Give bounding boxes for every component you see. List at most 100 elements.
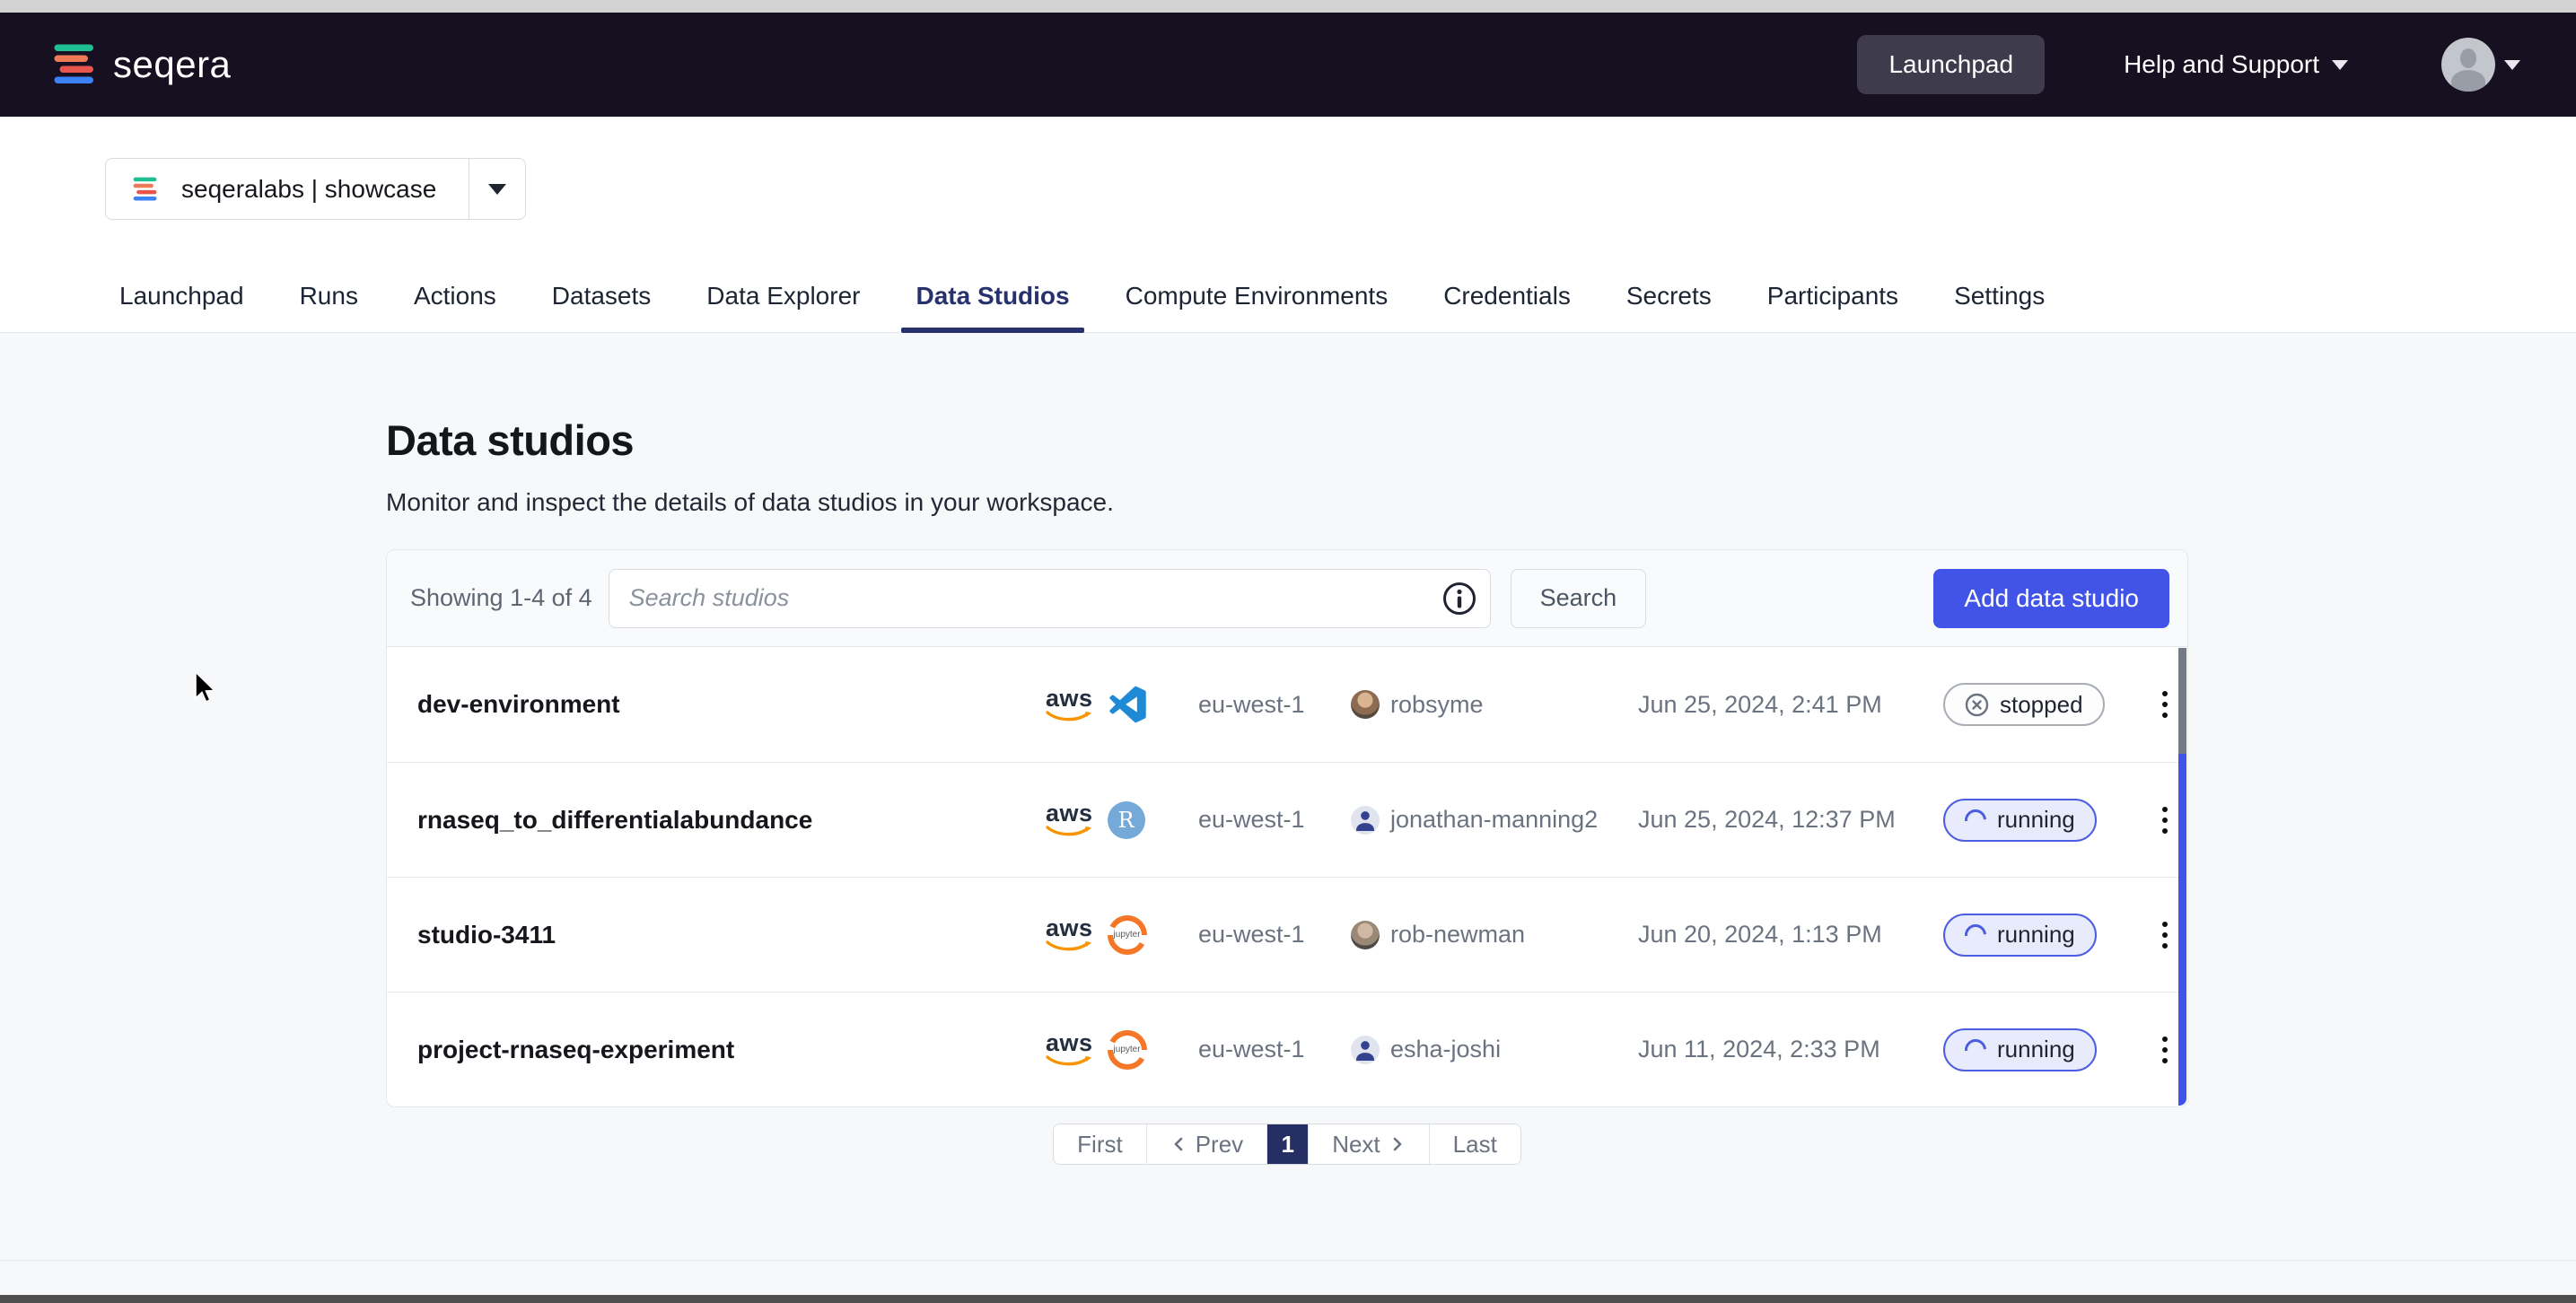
- table-scrollbar-thumb[interactable]: [2178, 648, 2186, 754]
- workspace-org-icon: [131, 175, 160, 204]
- created-timestamp: Jun 25, 2024, 2:41 PM: [1638, 691, 1943, 719]
- workspace-name: seqeralabs | showcase: [181, 175, 436, 204]
- studio-owner: esha-joshi: [1351, 1036, 1638, 1064]
- chevron-left-icon: [1170, 1136, 1187, 1152]
- studio-name-link[interactable]: studio-3411: [417, 921, 1046, 949]
- footer-divider: [0, 1260, 2576, 1261]
- table-toolbar: Showing 1-4 of 4 Search Add data studio: [387, 550, 2187, 647]
- chevron-down-icon: [488, 184, 506, 195]
- region-label: eu-west-1: [1198, 1036, 1351, 1063]
- status-badge-running: running: [1943, 799, 2097, 842]
- showing-count: Showing 1-4 of 4: [410, 584, 592, 612]
- region-label: eu-west-1: [1198, 806, 1351, 834]
- spinner-icon: [1960, 920, 1991, 950]
- studio-name-link[interactable]: dev-environment: [417, 690, 1046, 719]
- search-box: [609, 569, 1491, 628]
- workspace-tabs: Launchpad Runs Actions Datasets Data Explore…: [0, 267, 2576, 333]
- region-label: eu-west-1: [1198, 921, 1351, 949]
- pagination: First Prev 1 Next Last: [1053, 1124, 1521, 1165]
- pagination-page-1-button[interactable]: 1: [1266, 1124, 1308, 1164]
- studio-owner: robsyme: [1351, 690, 1638, 719]
- launchpad-button[interactable]: Launchpad: [1857, 35, 2045, 94]
- workspace-selector[interactable]: seqeralabs | showcase: [105, 158, 526, 220]
- stopped-circle-x-icon: [1965, 693, 1989, 717]
- table-body: dev-environment aws eu-west-1 robsyme Ju…: [387, 647, 2187, 1106]
- seqera-mark-icon: [50, 40, 99, 89]
- workspace-dropdown-toggle[interactable]: [469, 159, 525, 219]
- owner-avatar-icon: [1351, 1036, 1380, 1064]
- aws-icon: aws: [1046, 1031, 1093, 1068]
- seqera-logo[interactable]: seqera: [50, 40, 231, 89]
- created-timestamp: Jun 25, 2024, 12:37 PM: [1638, 806, 1943, 834]
- owner-username: robsyme: [1390, 691, 1484, 719]
- tab-credentials[interactable]: Credentials: [1429, 267, 1585, 332]
- owner-username: rob-newman: [1390, 921, 1525, 949]
- pagination-last-button[interactable]: Last: [1429, 1124, 1520, 1164]
- tab-launchpad[interactable]: Launchpad: [105, 267, 258, 332]
- tab-actions[interactable]: Actions: [399, 267, 511, 332]
- studio-environment-icons: aws R: [1046, 801, 1198, 839]
- person-icon: [1351, 806, 1380, 835]
- search-input[interactable]: [609, 569, 1491, 628]
- top-navbar: seqera Launchpad Help and Support: [0, 13, 2576, 117]
- tab-participants[interactable]: Participants: [1753, 267, 1913, 332]
- pagination-first-label: First: [1077, 1131, 1123, 1159]
- owner-avatar-icon: [1351, 806, 1380, 835]
- page-title: Data studios: [386, 415, 2188, 465]
- pagination-prev-button[interactable]: Prev: [1146, 1124, 1266, 1164]
- jupyter-icon: jupyter: [1108, 1030, 1147, 1070]
- tab-settings[interactable]: Settings: [1940, 267, 2059, 332]
- user-menu[interactable]: [2441, 38, 2520, 92]
- tab-compute-environments[interactable]: Compute Environments: [1111, 267, 1403, 332]
- chevron-down-icon: [2332, 60, 2348, 70]
- pagination-next-button[interactable]: Next: [1308, 1124, 1428, 1164]
- studio-environment-icons: aws jupyter: [1046, 1030, 1198, 1070]
- help-and-support-label: Help and Support: [2124, 50, 2319, 79]
- table-row: studio-3411 aws jupyter eu-west-1 rob-ne…: [387, 877, 2187, 992]
- mouse-cursor: [194, 671, 217, 707]
- status-badge-running: running: [1943, 914, 2097, 957]
- studio-name-link[interactable]: project-rnaseq-experiment: [417, 1036, 1046, 1064]
- tab-runs[interactable]: Runs: [285, 267, 372, 332]
- add-data-studio-button[interactable]: Add data studio: [1933, 569, 2169, 628]
- pagination-next-label: Next: [1332, 1131, 1380, 1159]
- aws-icon: aws: [1046, 916, 1093, 953]
- tab-data-explorer[interactable]: Data Explorer: [692, 267, 874, 332]
- jupyter-icon: jupyter: [1108, 915, 1147, 955]
- spinner-icon: [1960, 805, 1991, 835]
- data-studios-table: Showing 1-4 of 4 Search Add data studio …: [386, 549, 2188, 1107]
- tab-data-studios[interactable]: Data Studios: [901, 267, 1083, 332]
- search-button[interactable]: Search: [1511, 569, 1647, 628]
- brand-name: seqera: [113, 43, 231, 86]
- pagination-first-button[interactable]: First: [1054, 1124, 1146, 1164]
- studio-owner: rob-newman: [1351, 921, 1638, 949]
- studio-environment-icons: aws jupyter: [1046, 915, 1198, 955]
- window-bottom-strip: [0, 1295, 2576, 1303]
- owner-username: esha-joshi: [1390, 1036, 1501, 1063]
- pagination-prev-label: Prev: [1196, 1131, 1243, 1159]
- tab-secrets[interactable]: Secrets: [1612, 267, 1726, 332]
- tab-datasets[interactable]: Datasets: [538, 267, 666, 332]
- aws-icon: aws: [1046, 801, 1093, 838]
- owner-avatar-icon: [1351, 921, 1380, 949]
- status-badge-stopped: stopped: [1943, 683, 2105, 726]
- status-badge-running: running: [1943, 1028, 2097, 1071]
- owner-avatar-icon: [1351, 690, 1380, 719]
- aws-icon: aws: [1046, 686, 1093, 723]
- status-cell: running: [1943, 1028, 2141, 1071]
- status-cell: stopped: [1943, 683, 2141, 726]
- help-and-support-menu[interactable]: Help and Support: [2124, 50, 2348, 79]
- table-row: dev-environment aws eu-west-1 robsyme Ju…: [387, 647, 2187, 762]
- chevron-right-icon: [1389, 1136, 1406, 1152]
- pagination-last-label: Last: [1453, 1131, 1497, 1159]
- region-label: eu-west-1: [1198, 691, 1351, 719]
- status-cell: running: [1943, 914, 2141, 957]
- person-icon: [1351, 1036, 1380, 1064]
- info-circle-icon[interactable]: [1442, 582, 1476, 616]
- studio-name-link[interactable]: rnaseq_to_differentialabundance: [417, 806, 1046, 835]
- owner-username: jonathan-manning2: [1390, 806, 1598, 834]
- created-timestamp: Jun 20, 2024, 1:13 PM: [1638, 921, 1943, 949]
- studio-environment-icons: aws: [1046, 685, 1198, 724]
- r-studio-icon: R: [1108, 801, 1145, 839]
- chevron-down-icon: [2504, 60, 2520, 70]
